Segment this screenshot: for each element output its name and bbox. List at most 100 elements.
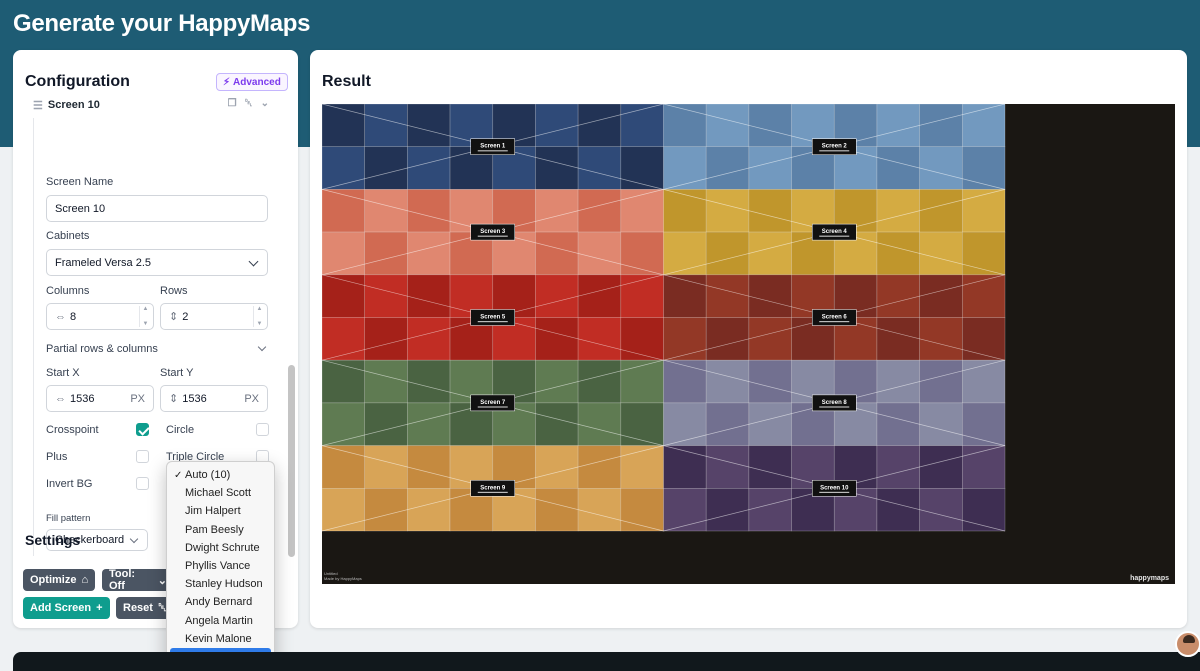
cabinet-cell <box>407 317 451 361</box>
cabinet-cell <box>364 146 408 190</box>
cabinet-cell <box>919 359 963 404</box>
cabinet-cell <box>663 402 707 446</box>
screen-sublabel-line <box>819 150 850 152</box>
screen-tile: Screen 8 <box>663 359 1006 446</box>
circle-checkbox[interactable] <box>256 423 269 436</box>
add-screen-button[interactable]: Add Screen + <box>23 597 110 619</box>
cabinet-cell <box>748 231 792 276</box>
start-x-input[interactable]: ⇔ 1536 PX <box>46 385 154 412</box>
columns-value: 8 <box>70 310 77 323</box>
cabinet-cell <box>663 317 707 361</box>
screen-tile: Screen 5 <box>322 274 664 361</box>
screen-label: Screen 5 <box>480 315 506 321</box>
cabinet-cell <box>577 189 622 233</box>
dropdown-option[interactable]: Stanley Hudson <box>170 575 271 593</box>
invert-bg-checkbox[interactable] <box>136 477 149 490</box>
rows-input[interactable]: ⇕ 2 ▲ ▼ <box>160 303 268 330</box>
cabinet-cell <box>663 231 707 276</box>
screen-label: Screen 8 <box>822 400 848 406</box>
config-scrollbar-thumb[interactable] <box>288 365 295 557</box>
cabinet-cell <box>962 231 1006 276</box>
dropdown-option[interactable]: Kevin Malone <box>170 630 271 648</box>
trash-icon[interactable]: ␡ <box>245 98 253 109</box>
cabinet-cell <box>919 402 963 446</box>
dropdown-option[interactable]: Phyllis Vance <box>170 557 271 575</box>
screen-sublabel-line <box>819 321 850 323</box>
chevron-up-icon[interactable]: ⌄ <box>261 98 269 109</box>
screen-sublabel-line <box>477 491 508 493</box>
cabinet-cell <box>364 274 408 318</box>
partial-rows-columns-label[interactable]: Partial rows & columns <box>46 343 158 355</box>
cabinet-cell <box>322 487 365 532</box>
screen-tile: Screen 2 <box>663 104 1006 190</box>
cabinet-cell <box>577 104 622 148</box>
assignee-dropdown-menu[interactable]: Auto (10)Michael ScottJim HalpertPam Bee… <box>166 461 275 668</box>
cabinet-cell <box>577 445 622 489</box>
cabinet-cell <box>748 317 792 361</box>
optimize-button[interactable]: Optimize ⌂ <box>23 569 96 591</box>
add-screen-label: Add Screen <box>30 602 92 614</box>
cabinet-cell <box>919 274 963 318</box>
screen-label: Screen 1 <box>480 144 506 150</box>
horizontal-arrows-icon: ⇔ <box>55 310 66 323</box>
cabinet-cell <box>876 104 920 148</box>
dropdown-option[interactable]: Pam Beesly <box>170 521 271 539</box>
dropdown-option[interactable]: Dwight Schrute <box>170 539 271 557</box>
rows-stepper[interactable]: ▲ ▼ <box>253 306 265 327</box>
screen-sublabel-line <box>819 406 850 408</box>
option-label: Crosspoint <box>46 424 99 436</box>
cabinet-cell <box>748 104 792 148</box>
cabinet-cell <box>407 402 451 446</box>
screen-header-label: Screen 10 <box>47 99 100 111</box>
start-y-value: 1536 <box>182 392 207 405</box>
cabinet-cell <box>322 402 365 446</box>
dropdown-option[interactable]: Angela Martin <box>170 612 271 630</box>
reset-button[interactable]: Reset ␡ <box>116 597 171 619</box>
dropdown-option[interactable]: Jim Halpert <box>170 502 271 520</box>
cabinet-cell <box>577 146 622 190</box>
advanced-button[interactable]: ⚡︎ Advanced <box>216 73 288 91</box>
cabinet-cell <box>919 445 963 489</box>
dropdown-option[interactable]: Auto (10) <box>170 466 271 484</box>
cabinet-cell <box>364 402 408 446</box>
columns-input[interactable]: ⇔ 8 ▲ ▼ <box>46 303 154 330</box>
dropdown-option[interactable]: Michael Scott <box>170 484 271 502</box>
cabinet-cell <box>535 487 579 532</box>
dropdown-option[interactable]: Andy Bernard <box>170 593 271 611</box>
screen-sublabel-line <box>477 235 508 237</box>
vertical-arrows-icon: ⇕ <box>169 393 179 405</box>
tool-select[interactable]: Tool: Off ⌄ <box>102 568 174 592</box>
fill-pattern-label: Fill pattern <box>46 513 91 524</box>
cabinet-cell <box>535 445 579 489</box>
user-avatar[interactable] <box>1175 631 1200 657</box>
screen-sublabel-line <box>477 321 508 323</box>
columns-stepper[interactable]: ▲ ▼ <box>139 306 151 327</box>
cabinet-cell <box>407 359 451 404</box>
optimize-label: Optimize <box>30 574 77 586</box>
cabinet-cell <box>919 189 963 233</box>
crosspoint-checkbox[interactable] <box>136 423 149 436</box>
cabinet-cell <box>535 189 579 233</box>
start-y-input[interactable]: ⇕ 1536 PX <box>160 385 268 412</box>
screen-header[interactable]: ☰ Screen 10 ❐ ␡ ⌄ <box>33 98 273 112</box>
config-scrollbar[interactable] <box>300 102 310 607</box>
option-label: Invert BG <box>46 478 93 490</box>
cabinet-cell <box>322 231 365 276</box>
cabinet-cell <box>407 487 451 532</box>
cabinet-cell <box>407 104 451 148</box>
cabinet-cell <box>322 359 365 404</box>
screen-tile: Screen 1 <box>322 104 664 190</box>
drag-handle-icon[interactable]: ☰ <box>33 99 43 112</box>
cabinets-select[interactable]: Frameled Versa 2.5 <box>46 249 268 276</box>
duplicate-icon[interactable]: ❐ <box>228 98 237 109</box>
plus-checkbox[interactable] <box>136 450 149 463</box>
screen-name-input[interactable]: Screen 10 <box>46 195 268 222</box>
screen-label: Screen 4 <box>822 229 848 235</box>
happymaps-logo: happymaps <box>1130 575 1169 582</box>
reset-label: Reset <box>123 602 153 614</box>
lightning-icon: ⚡︎ <box>223 76 231 88</box>
cabinet-cell <box>577 231 622 276</box>
cabinet-cell <box>705 359 750 404</box>
cabinet-cell <box>620 104 664 148</box>
partial-chevron-down-icon[interactable] <box>257 342 267 352</box>
